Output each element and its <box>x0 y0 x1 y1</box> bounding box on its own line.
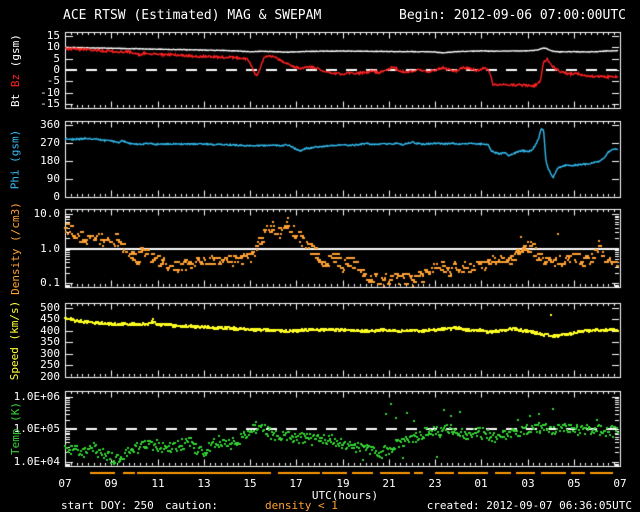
x-tick-label: 23 <box>428 477 442 490</box>
start-doy-label: start DOY: 250 <box>61 499 154 512</box>
panel-ylabel-text: Temp (K) <box>8 402 22 455</box>
begin-timestamp: Begin: 2012-09-06 07:00:00UTC <box>399 8 626 23</box>
panel-ylabel: Bt Bz (gsm) <box>2 32 28 108</box>
panel-ylabel: Density (/cm3) <box>2 202 28 295</box>
ace-rtsw-plot: ACE RTSW (Estimated) MAG & SWEPAM Begin:… <box>0 0 640 512</box>
panel-ylabel-text: Density (/cm3) <box>8 201 22 295</box>
created-timestamp: created: 2012-09-07 06:36:05UTC <box>426 499 632 512</box>
page-title: ACE RTSW (Estimated) MAG & SWEPAM <box>63 8 322 23</box>
x-tick-label: 01 <box>474 477 488 490</box>
panel-ylabel-text: Speed (km/s) <box>8 300 22 380</box>
panel-ylabel: Speed (km/s) <box>2 300 28 380</box>
x-tick-label: 15 <box>243 477 257 490</box>
panel-ylabel: Phi (gsm) <box>2 121 28 197</box>
panel-ylabel-text: Phi (gsm) <box>8 129 22 189</box>
x-tick-label: 03 <box>521 477 535 490</box>
x-tick-label: 11 <box>151 477 165 490</box>
x-tick-label: 05 <box>567 477 581 490</box>
x-tick-label: 19 <box>336 477 350 490</box>
x-tick-label: 21 <box>382 477 396 490</box>
x-tick-label: 09 <box>104 477 118 490</box>
caution-label: caution: <box>165 499 218 512</box>
x-tick-label: 07 <box>613 477 627 490</box>
plot-canvas <box>0 0 640 512</box>
x-tick-label: 13 <box>197 477 211 490</box>
panel-ylabel-text: Bt Bz (gsm) <box>8 33 22 107</box>
x-tick-label: 07 <box>58 477 72 490</box>
panel-ylabel: Temp (K) <box>2 391 28 466</box>
caution-value: density < 1 <box>265 499 338 512</box>
x-tick-label: 17 <box>289 477 303 490</box>
